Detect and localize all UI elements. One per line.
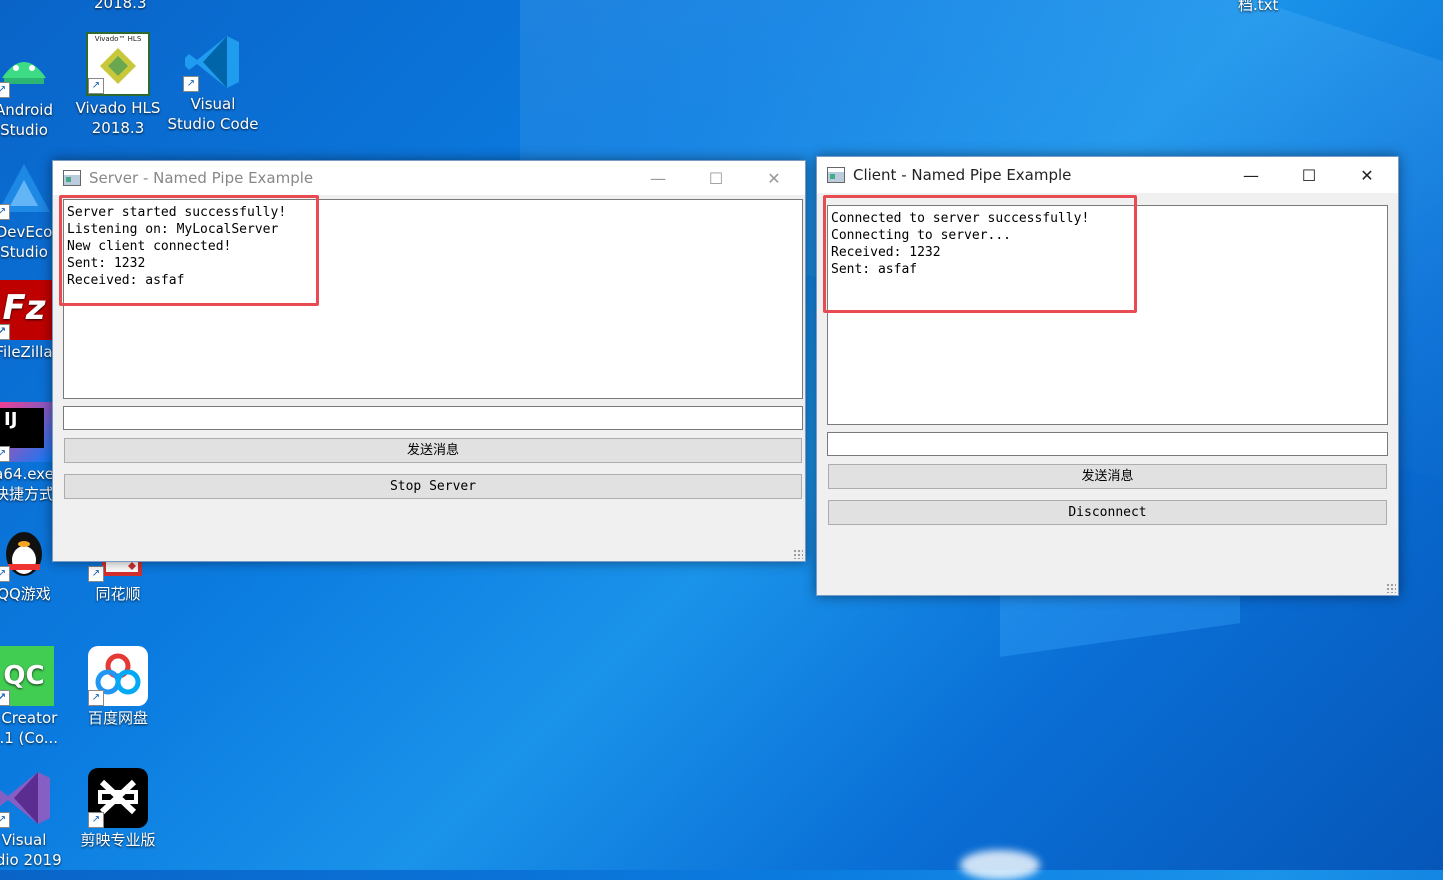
qt-glyph: QC [3,661,45,691]
desktop-icon-label: Vivado HLS [75,99,161,117]
desktop-icon-baidu-netdisk[interactable]: ↗ 百度网盘 [72,646,164,728]
desktop-icon-label: Studio Code [167,115,259,133]
maximize-button[interactable]: ☐ [1280,157,1338,193]
window-title: Server - Named Pipe Example [89,169,314,187]
client-send-button[interactable]: 发送消息 [828,464,1387,489]
desktop-icon-label: 百度网盘 [87,709,148,727]
desktop-icon-label: t Creator [0,709,58,727]
desktop-label-cutoff: 2018.3 [94,0,147,12]
client-message-input[interactable] [827,432,1388,456]
desktop-icon-capcut[interactable]: ↗ 剪映专业版 [72,768,164,850]
desktop-icon-label: Android [0,101,53,119]
vivado-icon: Vivado™ HLS ↗ [86,32,150,96]
maximize-button[interactable]: ☐ [687,161,745,195]
minimize-button[interactable]: — [1222,157,1280,193]
window-title: Client - Named Pipe Example [853,166,1072,184]
highlight-box [59,195,319,306]
app-window-icon [827,167,845,183]
intellij-icon: IJ ↗ [0,402,54,462]
client-titlebar[interactable]: Client - Named Pipe Example — ☐ ✕ [817,157,1398,193]
close-button[interactable]: ✕ [1338,157,1396,193]
baidu-netdisk-icon: ↗ [88,646,148,706]
filezilla-glyph: Fz [2,288,46,328]
desktop-icon-android-studio[interactable]: ↗ Android Studio [0,38,70,140]
qq-game-icon: ↗ [0,522,54,582]
visual-studio-icon: ↗ [0,768,54,828]
desktop-icon-qt-creator[interactable]: QC ↗ t Creator 1.1 (Co... [0,646,70,748]
desktop-icon-label: 剪映专业版 [80,831,156,849]
vscode-icon: ↗ [183,32,243,92]
qt-creator-icon: QC ↗ [0,646,54,706]
desktop-icon-label: QQ游戏 [0,585,51,603]
vivado-badge: Vivado™ HLS [94,35,142,43]
desktop-icon-label: Studio [0,121,48,139]
server-send-button[interactable]: 发送消息 [64,438,802,463]
server-message-input[interactable] [63,406,803,430]
desktop-icon-vscode[interactable]: ↗ Visual Studio Code [167,32,259,134]
android-icon: ↗ [0,38,54,98]
intellij-glyph: IJ [0,408,44,448]
highlight-box [823,195,1137,313]
desktop-icon-label: 1.1 (Co... [0,729,59,747]
resize-grip[interactable] [793,549,803,559]
wallpaper-glow [960,850,1040,880]
capcut-icon: ↗ [88,768,148,828]
desktop-icon-label: 2018.3 [91,119,145,137]
stop-server-button[interactable]: Stop Server [64,474,802,499]
desktop-icon-vivado-hls[interactable]: Vivado™ HLS ↗ Vivado HLS 2018.3 [72,32,164,138]
desktop-label-cutoff: 档.txt [1238,0,1279,14]
server-titlebar[interactable]: Server - Named Pipe Example — ☐ ✕ [53,161,805,195]
app-window-icon [63,170,81,186]
deveco-icon: ↗ [0,160,54,220]
desktop-icon-label: Visual [190,95,236,113]
desktop-icon-label: 同花顺 [95,585,141,603]
minimize-button[interactable]: — [629,161,687,195]
disconnect-button[interactable]: Disconnect [828,500,1387,525]
resize-grip[interactable] [1386,583,1396,593]
desktop-icon-label: Visual [1,831,47,849]
filezilla-icon: Fz ↗ [0,280,54,340]
desktop-icon-visual-studio-2019[interactable]: ↗ Visual udio 2019 [0,768,70,870]
desktop-icon-label: udio 2019 [0,851,62,869]
close-button[interactable]: ✕ [745,161,803,195]
